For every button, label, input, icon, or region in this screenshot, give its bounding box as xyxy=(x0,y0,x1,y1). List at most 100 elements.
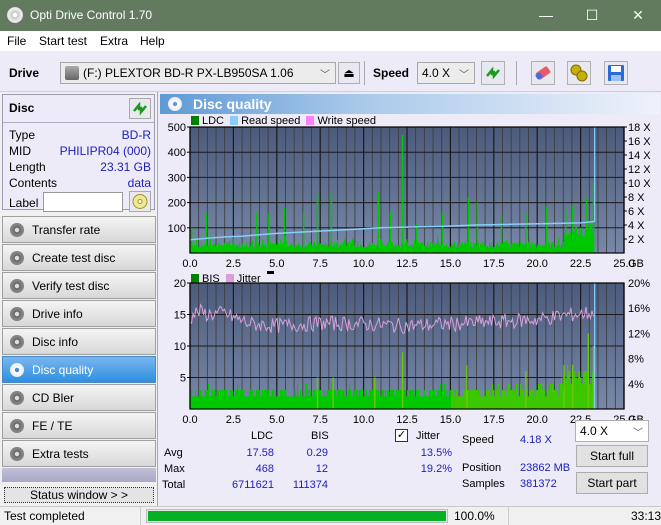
bis-spike xyxy=(316,377,319,409)
disc-quality-panel: Disc quality LDC Read speed Write speed … xyxy=(157,92,661,506)
nav-extra-tests[interactable]: Extra tests xyxy=(2,440,156,467)
disc-label-input[interactable] xyxy=(43,192,123,212)
toolbar: Drive (F:) PLEXTOR BD-R PX-LB950SA 1.06 … xyxy=(0,51,661,92)
stats-total-bis: 111374 xyxy=(292,479,328,491)
nav-create-test-disc[interactable]: Create test disc xyxy=(2,244,156,271)
disc-mid-value: PHILIPR04 (000) xyxy=(59,144,151,158)
x-tick-label: 5.0 xyxy=(269,414,284,423)
samples-value: 381372 xyxy=(520,478,557,490)
fe-te-icon xyxy=(10,419,24,433)
x-tick-label: 2.5 xyxy=(226,258,241,267)
drive-select-value: (F:) PLEXTOR BD-R PX-LB950SA 1.06 xyxy=(83,66,294,80)
status-text: Test completed xyxy=(4,509,85,523)
bis-spike xyxy=(374,377,376,409)
ldc-chart: 100 200 300 400 500 2 X 4 X 6 X 8 X 10 X 12 X 14 X 1… xyxy=(168,122,652,267)
settings-button[interactable] xyxy=(567,61,591,85)
disc-type-value: BD-R xyxy=(121,128,151,142)
ldc-spike xyxy=(564,208,567,253)
stats-avg-jitter: 13.5% xyxy=(420,447,452,459)
menu-extra[interactable]: Extra xyxy=(100,34,128,48)
y2-tick-label: 16% xyxy=(628,303,650,315)
stats-total-label: Total xyxy=(162,479,186,491)
nav-label: Drive info xyxy=(32,307,83,321)
disc-contents-value: data xyxy=(127,176,151,190)
app-disc-icon xyxy=(7,7,23,23)
y2-tick-label: 18 X xyxy=(628,122,651,134)
y-tick-label: 300 xyxy=(168,172,186,184)
y-tick-label: 200 xyxy=(168,198,186,210)
jitter-label: Jitter xyxy=(416,430,440,442)
x-tick-label: 17.5 xyxy=(483,414,504,423)
speed-select[interactable]: 4.0 X ﹀ xyxy=(417,62,475,84)
save-button[interactable] xyxy=(604,61,628,85)
start-part-button[interactable]: Start part xyxy=(576,472,648,494)
stats-avg-label: Avg xyxy=(164,447,183,459)
nav-label: CD Bler xyxy=(32,391,75,405)
toolbar-divider xyxy=(516,61,517,85)
stats-col-bis: BIS xyxy=(311,430,329,442)
disc-header: Disc xyxy=(9,101,35,115)
ldc-spike xyxy=(476,202,478,253)
y2-tick-label: 8 X xyxy=(628,192,645,204)
start-full-button[interactable]: Start full xyxy=(576,445,648,467)
ldc-spike xyxy=(415,224,418,253)
disc-refresh-button[interactable] xyxy=(129,98,151,119)
stats-max-jitter: 19.2% xyxy=(420,463,452,475)
status-window-button[interactable]: Status window > > xyxy=(4,487,154,503)
disc-quality-icon xyxy=(10,363,24,377)
x-axis-label: GB xyxy=(628,258,644,267)
eject-button[interactable]: ⏏ xyxy=(338,62,360,84)
progress-text: 100.0% xyxy=(454,509,495,523)
disc-type-label: Type xyxy=(9,128,36,142)
position-label: Position xyxy=(462,462,502,474)
nav-fe-te[interactable]: FE / TE xyxy=(2,412,156,439)
speed-label: Speed xyxy=(373,66,410,80)
ldc-spike xyxy=(255,212,258,253)
close-button[interactable]: ✕ xyxy=(615,0,661,31)
disc-quality-icon xyxy=(168,97,182,111)
status-bar: Test completed 100.0% 33:13 xyxy=(0,506,661,525)
refresh-button[interactable] xyxy=(481,61,505,85)
disc-label-label: Label xyxy=(9,196,39,210)
verify-test-disc-icon xyxy=(10,279,24,293)
divider xyxy=(508,507,509,525)
menu-start-test[interactable]: Start test xyxy=(39,34,87,48)
disc-mid-label: MID xyxy=(9,144,31,158)
nav-disc-quality[interactable]: Disc quality xyxy=(2,356,156,383)
transfer-rate-icon xyxy=(10,223,24,237)
disc-length-value: 23.31 GB xyxy=(100,160,151,174)
left-panel: Disc Type BD-R MID PHILIPR04 (000) Length 2… xyxy=(0,92,157,506)
y2-tick-label: 6 X xyxy=(628,206,645,218)
disc-label-button[interactable] xyxy=(129,191,151,212)
nav-verify-test-disc[interactable]: Verify test disc xyxy=(2,272,156,299)
progress-bar xyxy=(146,509,448,523)
y2-tick-label: 20% xyxy=(628,278,650,290)
disc-length-label: Length xyxy=(9,160,46,174)
jitter-checkbox[interactable]: ✓ xyxy=(395,429,408,442)
x-tick-label: 10.0 xyxy=(353,258,374,267)
chevron-down-icon: ﹀ xyxy=(320,70,330,81)
x-tick-label: 20.0 xyxy=(526,414,547,423)
menu-file[interactable]: File xyxy=(7,34,26,48)
minimize-button[interactable]: — xyxy=(523,0,569,31)
nav-transfer-rate[interactable]: Transfer rate xyxy=(2,216,156,243)
legend-marker xyxy=(266,271,274,274)
title-bar: Opti Drive Control 1.70 — ☐ ✕ xyxy=(0,0,661,31)
menu-help[interactable]: Help xyxy=(140,34,165,48)
drive-select[interactable]: (F:) PLEXTOR BD-R PX-LB950SA 1.06 ﹀ xyxy=(60,62,336,84)
bis-spike xyxy=(525,371,527,409)
nav-label: Create test disc xyxy=(32,251,116,265)
nav-cd-bler[interactable]: CD Bler xyxy=(2,384,156,411)
progress-fill xyxy=(148,511,446,521)
maximize-button[interactable]: ☐ xyxy=(569,0,615,31)
ldc-spike xyxy=(283,207,286,253)
erase-button[interactable] xyxy=(531,61,555,85)
menu-bar: File Start test Extra Help xyxy=(0,31,661,51)
stats-panel: LDC BIS ✓ Jitter Avg 17.58 0.29 13.5% Ma… xyxy=(158,420,661,506)
test-speed-select[interactable]: 4.0 X ﹀ xyxy=(575,420,649,442)
nav-drive-info[interactable]: Drive info xyxy=(2,300,156,327)
ldc-spike xyxy=(316,193,319,253)
bis-spike xyxy=(571,364,574,409)
nav-disc-info[interactable]: Disc info xyxy=(2,328,156,355)
nav-label: Transfer rate xyxy=(32,223,101,237)
